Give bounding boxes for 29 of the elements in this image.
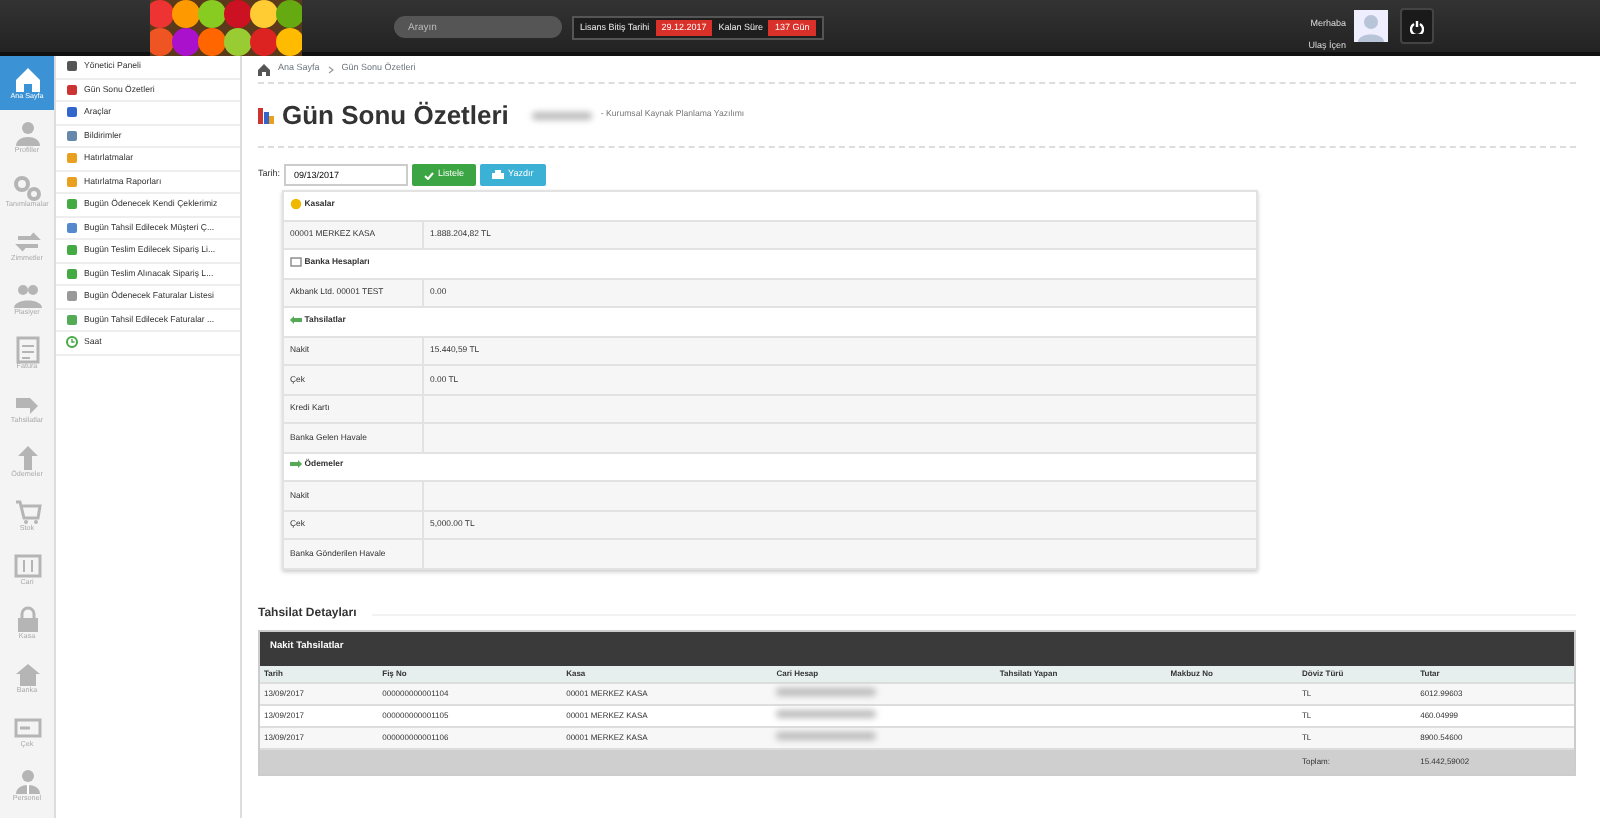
home-icon: [13, 65, 41, 94]
blurred-text: [532, 111, 593, 119]
swap-arrows-icon: [13, 227, 41, 256]
arrow-icon: [290, 313, 302, 326]
power-button[interactable]: [1400, 8, 1434, 44]
arrow-icon: [290, 458, 302, 471]
blurred-text: [776, 688, 877, 696]
cart-icon: [13, 497, 41, 526]
gears-icon: [13, 173, 41, 202]
card-icon: [13, 713, 41, 742]
power-icon: [1410, 19, 1424, 33]
avatar-icon: [1354, 10, 1388, 42]
house-icon: [13, 659, 41, 688]
upload-arrow-icon: [13, 443, 41, 472]
check-icon: [424, 171, 435, 179]
person-icon: [13, 119, 41, 148]
worker-icon: [13, 767, 41, 796]
chevron-icon: [327, 65, 334, 73]
people-icon: [13, 281, 41, 310]
printer-icon: [492, 170, 505, 180]
clipboard-icon: [13, 335, 41, 364]
blurred-text: [776, 732, 877, 740]
blurred-text: [776, 710, 877, 718]
page-title: Gün Sonu Özetleri: [282, 99, 509, 131]
coins-icon: [290, 197, 302, 210]
home-icon: [258, 63, 270, 75]
clock-icon: [66, 336, 78, 349]
panel-icon: [13, 551, 41, 580]
lock-icon: [13, 605, 41, 634]
